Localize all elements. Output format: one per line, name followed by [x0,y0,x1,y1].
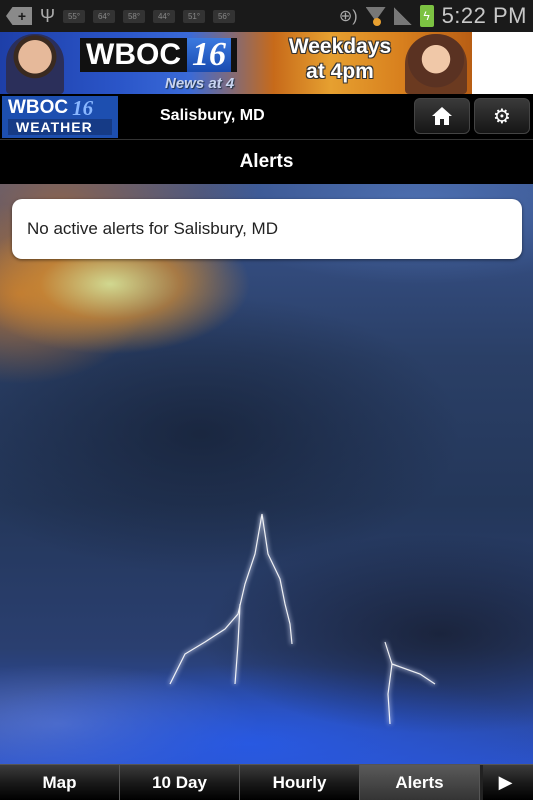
status-bar: + Ψ 55° 64° 58° 44° 51° 56° ⊕) ϟ 5:22 PM [0,0,533,32]
usb-icon: Ψ [40,5,56,26]
app-logo: WBOC 16 WEATHER [2,96,118,138]
battery-charging-icon: ϟ [419,5,434,27]
temperature-notification: 58° [123,9,146,23]
tab-10-day[interactable]: 10 Day [120,765,240,800]
temperature-notification: 56° [213,9,236,23]
location-label: Salisbury, MD [160,107,265,124]
ad-image[interactable]: WBOC 16 News at 4 Weekdays at 4pm [0,32,472,94]
tab-hourly[interactable]: Hourly [240,765,360,800]
gps-icon: ⊕) [338,8,358,25]
home-icon [432,107,452,125]
play-arrow-icon: ▶ [498,772,513,792]
tab-alerts[interactable]: Alerts [360,765,480,800]
more-tabs-button[interactable]: ▶ [480,765,528,800]
temperature-notification: 64° [93,9,116,23]
ad-banner[interactable]: WBOC 16 News at 4 Weekdays at 4pm [0,32,533,94]
temperature-notification: 51° [183,9,206,23]
notification-add-icon: + [6,7,32,25]
news-anchor-photo [6,34,64,94]
alert-message: No active alerts for Salisbury, MD [27,219,278,238]
ad-logo: WBOC 16 [80,38,237,72]
gear-icon: ⚙ [493,105,511,128]
signal-icon [393,7,412,25]
temperature-notification: 44° [153,9,176,23]
page-title: Alerts [0,140,533,184]
alert-message-card: No active alerts for Salisbury, MD [12,199,522,259]
clock: 5:22 PM [441,3,527,28]
news-anchor-photo [405,34,467,94]
content-area: No active alerts for Salisbury, MD [0,184,533,764]
ad-subtitle: News at 4 [165,75,235,92]
tab-map[interactable]: Map [0,765,120,800]
app-header: WBOC 16 WEATHER Salisbury, MD ⚙ [0,94,533,140]
bottom-tab-bar: Map 10 Day Hourly Alerts ▶ [0,764,533,800]
storm-background-image [169,513,436,725]
wifi-icon [366,7,386,26]
home-button[interactable] [414,98,470,134]
settings-button[interactable]: ⚙ [474,98,530,134]
temperature-notification: 55° [63,9,86,23]
ad-tagline: Weekdays at 4pm [288,35,392,83]
